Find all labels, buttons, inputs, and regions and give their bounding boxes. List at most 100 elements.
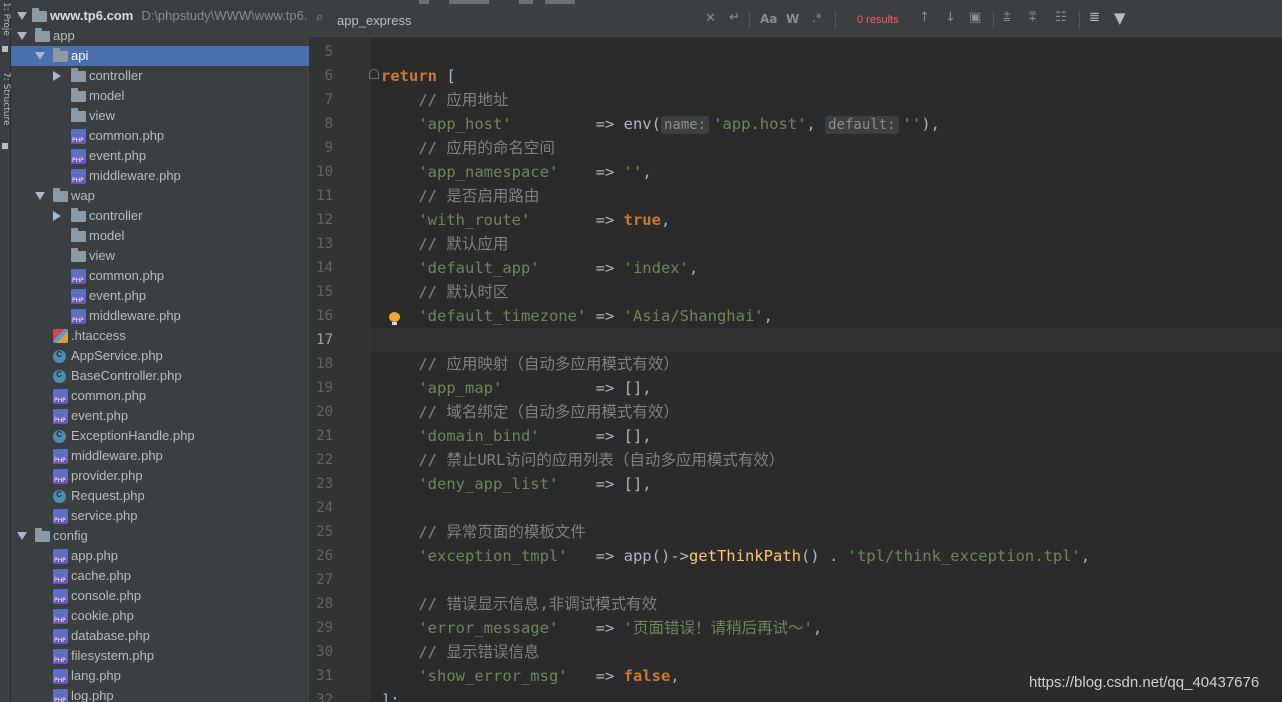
tree-item[interactable]: provider.php <box>11 466 309 486</box>
tree-item[interactable]: view <box>11 106 309 126</box>
arrow-down-icon[interactable]: ↓ <box>945 10 956 25</box>
code-token: 'domain_bind' <box>381 427 540 445</box>
tree-item[interactable]: middleware.php <box>11 166 309 186</box>
code-token: return <box>381 67 447 85</box>
match-case-toggle[interactable]: Aa <box>760 12 777 26</box>
code-token: 'deny_app_list' <box>381 475 559 493</box>
tree-item[interactable]: app <box>11 26 309 46</box>
filter-options-icon[interactable]: ≣ <box>1089 10 1100 25</box>
tree-item[interactable]: middleware.php <box>11 306 309 326</box>
tree-item[interactable]: common.php <box>11 126 309 146</box>
tree-item[interactable]: cache.php <box>11 566 309 586</box>
tree-item[interactable]: cookie.php <box>11 606 309 626</box>
tree-root[interactable]: www.tp6.com D:\phpstudy\WWW\www.tp6. <box>11 6 309 26</box>
code-line[interactable]: return [ <box>381 64 456 88</box>
tree-item[interactable]: middleware.php <box>11 446 309 466</box>
tree-item-label: event.php <box>89 288 147 303</box>
php-file-icon <box>53 589 68 604</box>
filter-icon[interactable]: ▼ <box>1114 9 1126 27</box>
code-line[interactable]: 'default_app' => 'index', <box>381 256 698 280</box>
code-line[interactable]: // 应用地址 <box>381 88 508 112</box>
chevron-down-icon[interactable] <box>35 192 45 200</box>
code-line[interactable]: 'app_map' => [], <box>381 376 651 400</box>
code-line[interactable]: 'app_namespace' => '', <box>381 160 651 184</box>
tree-item[interactable]: database.php <box>11 626 309 646</box>
code-line[interactable]: // 应用的命名空间 <box>381 136 555 160</box>
search-icon[interactable]: ⌕ <box>316 10 323 25</box>
tree-item[interactable]: service.php <box>11 506 309 526</box>
tree-item[interactable]: BaseController.php <box>11 366 309 386</box>
code-token: 'error_message' <box>381 619 559 637</box>
tree-item-label: common.php <box>89 128 165 143</box>
tree-item[interactable]: ExceptionHandle.php <box>11 426 309 446</box>
code-line[interactable]: // 禁止URL访问的应用列表（自动多应用模式有效） <box>381 448 784 472</box>
chevron-down-icon[interactable] <box>17 532 27 540</box>
code-line[interactable]: 'error_message' => '页面错误！请稍后再试～', <box>381 616 822 640</box>
tree-item[interactable]: event.php <box>11 286 309 306</box>
select-occurrences-icon[interactable]: ☷ <box>1055 10 1067 25</box>
tree-item[interactable]: common.php <box>11 386 309 406</box>
tree-item[interactable]: lang.php <box>11 666 309 686</box>
code-line[interactable]: // 域名绑定（自动多应用模式有效） <box>381 400 679 424</box>
chevron-down-icon[interactable] <box>35 52 45 60</box>
tree-item[interactable]: event.php <box>11 406 309 426</box>
code-line[interactable]: // 显示错误信息 <box>381 640 539 664</box>
tree-item[interactable]: app.php <box>11 546 309 566</box>
regex-toggle[interactable]: .* <box>812 11 822 25</box>
code-line[interactable]: 'app_host' => env(name:'app.host', defau… <box>381 112 940 136</box>
php-class-icon <box>53 348 66 363</box>
remove-occurrence-icon[interactable]: ⩱ <box>1029 10 1037 25</box>
clear-icon[interactable]: ✕ <box>705 11 716 26</box>
line-number: 15 <box>316 284 333 300</box>
project-tool-tab[interactable]: 1: Proje <box>0 2 11 36</box>
tree-item[interactable]: model <box>11 86 309 106</box>
tree-item[interactable]: controller <box>11 206 309 226</box>
tree-item[interactable]: model <box>11 226 309 246</box>
chevron-right-icon[interactable] <box>53 211 61 221</box>
code-line[interactable]: // 是否启用路由 <box>381 184 539 208</box>
tree-item[interactable]: view <box>11 246 309 266</box>
tree-item[interactable]: config <box>11 526 309 546</box>
code-line[interactable]: // 默认时区 <box>381 280 508 304</box>
arrow-up-icon[interactable]: ↑ <box>919 10 930 25</box>
php-file-icon <box>53 629 68 644</box>
code-line[interactable]: // 应用映射（自动多应用模式有效） <box>381 352 679 376</box>
tree-item[interactable]: controller <box>11 66 309 86</box>
tree-item[interactable]: event.php <box>11 146 309 166</box>
select-all-occurrences-icon[interactable]: ▣ <box>969 10 981 25</box>
code-line[interactable]: // 默认应用 <box>381 232 508 256</box>
fold-icon[interactable] <box>369 69 379 79</box>
tree-item[interactable]: console.php <box>11 586 309 606</box>
code-line[interactable]: 'with_route' => true, <box>381 208 670 232</box>
tree-item[interactable]: filesystem.php <box>11 646 309 666</box>
add-occurrence-icon[interactable]: ⩲ <box>1003 10 1011 25</box>
code-token: => <box>567 667 624 685</box>
chevron-down-icon[interactable] <box>17 12 27 20</box>
tree-item[interactable]: .htaccess <box>11 326 309 346</box>
tree-item-label: service.php <box>71 508 138 523</box>
code-token: , <box>1080 547 1091 565</box>
code-line[interactable]: 'exception_tmpl' => app()->getThinkPath(… <box>381 544 1090 568</box>
tree-item[interactable]: api <box>11 46 309 66</box>
code-line[interactable]: 'domain_bind' => [], <box>381 424 651 448</box>
whole-words-toggle[interactable]: W <box>786 12 799 26</box>
search-input[interactable] <box>337 10 707 30</box>
code-line[interactable]: // 错误显示信息,非调试模式有效 <box>381 592 657 616</box>
code-token: true <box>623 211 661 229</box>
code-line[interactable]: 'default_timezone' => 'Asia/Shanghai', <box>381 304 773 328</box>
chevron-down-icon[interactable] <box>17 32 27 40</box>
tree-item[interactable]: common.php <box>11 266 309 286</box>
structure-tool-tab[interactable]: 7: Structure <box>0 72 11 126</box>
new-line-icon[interactable]: ↵ <box>729 10 740 25</box>
code-editor[interactable]: 5 6 7 8 9 10 11 12 13 14 15 16 17 18 19 20 21 22 23 24 25 26 2… <box>309 38 1282 702</box>
tree-item-label: Request.php <box>71 488 145 503</box>
tree-item[interactable]: Request.php <box>11 486 309 506</box>
tree-item[interactable]: log.php <box>11 686 309 702</box>
code-line[interactable]: 'deny_app_list' => [], <box>381 472 651 496</box>
code-line[interactable]: 'show_error_msg' => false, <box>381 664 679 688</box>
code-line[interactable]: // 异常页面的模板文件 <box>381 520 586 544</box>
tree-item[interactable]: wap <box>11 186 309 206</box>
chevron-right-icon[interactable] <box>53 71 61 81</box>
code-line[interactable]: ]; <box>381 688 400 702</box>
tree-item[interactable]: AppService.php <box>11 346 309 366</box>
